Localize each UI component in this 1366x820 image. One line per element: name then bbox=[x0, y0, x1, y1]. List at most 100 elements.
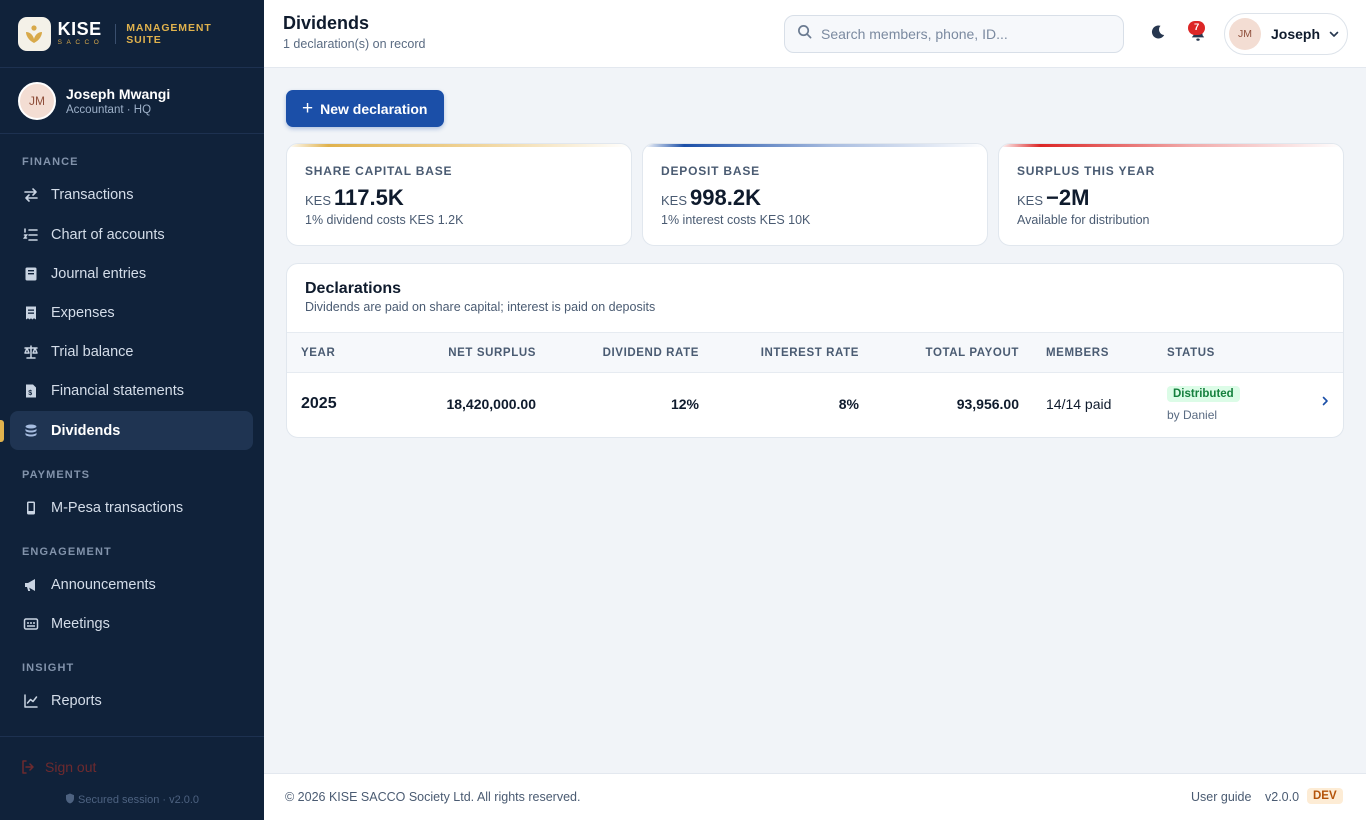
stat-value: 998.2K bbox=[690, 185, 761, 210]
megaphone-icon bbox=[22, 576, 40, 594]
sidebar-item-label: Reports bbox=[51, 692, 102, 709]
brand-tagline: SACCO bbox=[57, 39, 104, 47]
nav-section-engagement: ENGAGEMENT bbox=[22, 546, 112, 558]
brand-name: KISE bbox=[57, 19, 102, 40]
sidebar-item-label: Trial balance bbox=[51, 343, 134, 360]
stat-card-surplus: SURPLUS THIS YEAR KES −2M Available for … bbox=[998, 143, 1344, 246]
card-accent bbox=[999, 144, 1343, 147]
column-header-members: MEMBERS bbox=[1046, 347, 1109, 359]
sidebar: KISE SACCO MANAGEMENT SUITE JM Joseph Mw… bbox=[0, 0, 264, 820]
sidebar-item-chart-of-accounts[interactable]: Chart of accounts bbox=[10, 215, 253, 254]
moon-icon bbox=[1150, 24, 1166, 45]
sidebar-item-label: Chart of accounts bbox=[51, 226, 165, 243]
brand-divider bbox=[115, 23, 117, 44]
card-accent bbox=[643, 144, 987, 147]
document-icon: $ bbox=[22, 382, 40, 400]
notification-count-badge: 7 bbox=[1188, 21, 1206, 35]
scale-icon bbox=[22, 343, 40, 361]
user-menu-button[interactable]: JM Joseph bbox=[1224, 13, 1348, 55]
page-subtitle: 1 declaration(s) on record bbox=[283, 37, 426, 51]
sidebar-user-name: Joseph Mwangi bbox=[66, 85, 171, 102]
stat-currency: KES bbox=[305, 193, 332, 208]
sidebar-item-reports[interactable]: Reports bbox=[10, 681, 253, 720]
active-indicator bbox=[0, 420, 4, 442]
stat-currency: KES bbox=[1017, 193, 1044, 208]
secure-session-text: Secured session · v2.0.0 bbox=[77, 794, 200, 806]
sidebar-item-label: M-Pesa transactions bbox=[51, 499, 184, 516]
sidebar-item-dividends[interactable]: Dividends bbox=[10, 411, 253, 450]
sign-out-icon bbox=[20, 759, 36, 775]
column-header-status: STATUS bbox=[1167, 347, 1215, 359]
coins-icon bbox=[22, 422, 40, 440]
stat-subtext: 1% interest costs KES 10K bbox=[661, 213, 811, 227]
brand-suite: MANAGEMENT SUITE bbox=[126, 21, 212, 46]
stat-card-share-capital: SHARE CAPITAL BASE KES 117.5K 1% dividen… bbox=[286, 143, 632, 246]
sidebar-item-trial-balance[interactable]: Trial balance bbox=[10, 332, 253, 371]
sidebar-item-mpesa-transactions[interactable]: M-Pesa transactions bbox=[10, 488, 253, 527]
top-header: Dividends 1 declaration(s) on record 7 J… bbox=[264, 0, 1366, 68]
sidebar-item-label: Dividends bbox=[51, 422, 121, 439]
stat-card-deposit-base: DEPOSIT BASE KES 998.2K 1% interest cost… bbox=[642, 143, 988, 246]
brand: KISE SACCO MANAGEMENT SUITE bbox=[0, 0, 264, 68]
cell-total-payout: 93,956.00 bbox=[956, 396, 1019, 412]
card-accent bbox=[287, 144, 631, 147]
sign-out-label: Sign out bbox=[45, 759, 97, 775]
version-label: v2.0.0 bbox=[1265, 790, 1300, 804]
sidebar-item-financial-statements[interactable]: $ Financial statements bbox=[10, 371, 253, 410]
column-header-dividend-rate: DIVIDEND RATE bbox=[602, 347, 699, 359]
theme-toggle-button[interactable] bbox=[1146, 22, 1170, 46]
transfer-arrows-icon bbox=[22, 186, 40, 204]
chevron-right-icon[interactable] bbox=[1319, 395, 1331, 407]
stat-label: SHARE CAPITAL BASE bbox=[305, 164, 453, 178]
stat-subtext: 1% dividend costs KES 1.2K bbox=[305, 213, 464, 227]
sidebar-item-expenses[interactable]: Expenses bbox=[10, 293, 253, 332]
search-box[interactable] bbox=[784, 15, 1124, 53]
search-input[interactable] bbox=[821, 26, 1111, 42]
receipt-icon bbox=[22, 304, 40, 322]
secure-session-note: Secured session · v2.0.0 bbox=[0, 793, 264, 806]
svg-text:$: $ bbox=[28, 390, 32, 397]
sidebar-user-role: Accountant · HQ bbox=[66, 103, 152, 116]
plus-icon: + bbox=[302, 98, 314, 119]
chevron-down-icon bbox=[1328, 28, 1340, 40]
sidebar-item-meetings[interactable]: Meetings bbox=[10, 604, 253, 643]
user-guide-link[interactable]: User guide bbox=[1191, 790, 1251, 804]
avatar: JM bbox=[1229, 18, 1261, 50]
sidebar-footer: Sign out Secured session · v2.0.0 bbox=[0, 736, 264, 820]
sidebar-item-label: Journal entries bbox=[51, 265, 147, 282]
sidebar-item-label: Announcements bbox=[51, 576, 156, 593]
cell-interest-rate: 8% bbox=[838, 396, 859, 412]
sidebar-item-announcements[interactable]: Announcements bbox=[10, 565, 253, 604]
user-menu-name: Joseph bbox=[1271, 26, 1321, 42]
sidebar-item-label: Expenses bbox=[51, 304, 115, 321]
status-by: by Daniel bbox=[1167, 408, 1218, 422]
stat-value: −2M bbox=[1046, 185, 1090, 210]
book-icon bbox=[22, 265, 40, 283]
status-badge: Distributed bbox=[1167, 386, 1240, 402]
table-header: YEAR NET SURPLUS DIVIDEND RATE INTEREST … bbox=[287, 332, 1343, 373]
declarations-subtitle: Dividends are paid on share capital; int… bbox=[305, 300, 656, 314]
sidebar-item-label: Transactions bbox=[51, 186, 134, 203]
nav-section-insight: INSIGHT bbox=[22, 662, 75, 674]
environment-badge: DEV bbox=[1307, 788, 1343, 804]
cell-year: 2025 bbox=[301, 395, 337, 412]
column-header-total-payout: TOTAL PAYOUT bbox=[925, 347, 1019, 359]
nav-section-finance: FINANCE bbox=[22, 156, 79, 168]
new-declaration-button[interactable]: + New declaration bbox=[286, 90, 444, 127]
phone-icon bbox=[22, 499, 40, 517]
sign-out-button[interactable]: Sign out bbox=[20, 759, 96, 775]
stat-label: DEPOSIT BASE bbox=[661, 164, 760, 178]
copyright-text: © 2026 KISE SACCO Society Ltd. All right… bbox=[285, 790, 581, 804]
declarations-title: Declarations bbox=[305, 280, 402, 297]
sidebar-item-transactions[interactable]: Transactions bbox=[10, 175, 253, 214]
cell-dividend-rate: 12% bbox=[670, 396, 699, 412]
column-header-year: YEAR bbox=[301, 347, 336, 359]
sidebar-user: JM Joseph Mwangi Accountant · HQ bbox=[0, 68, 264, 134]
stat-currency: KES bbox=[661, 193, 688, 208]
sidebar-item-label: Meetings bbox=[51, 615, 110, 632]
column-header-interest-rate: INTEREST RATE bbox=[760, 347, 859, 359]
stat-value: 117.5K bbox=[334, 185, 404, 210]
stat-subtext: Available for distribution bbox=[1017, 213, 1150, 227]
sidebar-item-journal-entries[interactable]: Journal entries bbox=[10, 254, 253, 293]
nav-section-payments: PAYMENTS bbox=[22, 469, 91, 481]
